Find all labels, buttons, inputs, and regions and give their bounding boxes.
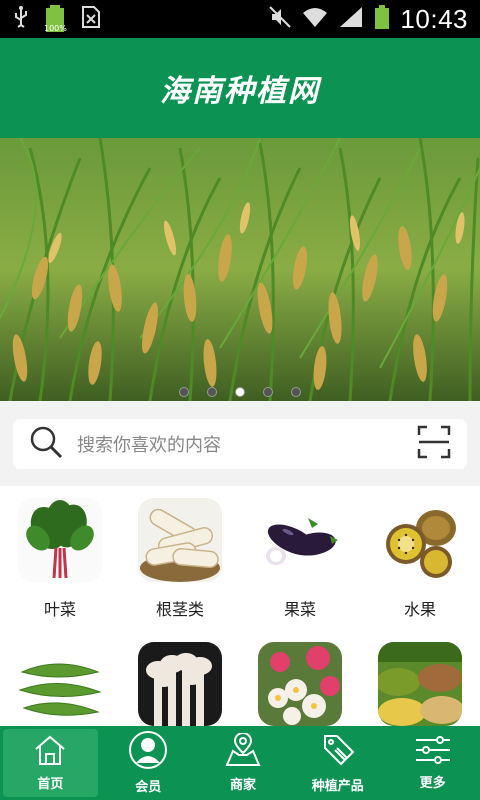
page-title: 海南种植网	[160, 74, 320, 109]
search-input[interactable]: 搜索你喜欢的内容	[77, 431, 417, 457]
category-label: 水果	[403, 600, 436, 619]
tab-label: 种植产品	[311, 779, 364, 794]
banner-carousel[interactable]	[0, 138, 480, 401]
carousel-dot[interactable]	[179, 387, 189, 397]
tab-products[interactable]: 种植产品	[290, 726, 385, 800]
tab-label: 商家	[229, 778, 256, 793]
member-icon	[127, 731, 169, 773]
tab-member[interactable]: 会员	[101, 726, 196, 800]
sim-icon	[80, 5, 102, 33]
carousel-dot[interactable]	[207, 387, 217, 397]
eggplant-image[interactable]	[258, 498, 342, 582]
category-label: 根茎类	[155, 600, 204, 619]
category-grid: 叶菜 根茎类 果菜 水果	[0, 486, 480, 726]
status-bar: 100% 10:43	[0, 0, 480, 38]
tab-home[interactable]: 首页	[3, 729, 98, 797]
category-label: 叶菜	[43, 600, 76, 619]
rice-field-image	[0, 138, 480, 401]
carousel-dot[interactable]	[263, 387, 273, 397]
kiwi-image[interactable]	[378, 498, 462, 582]
clock: 10:43	[400, 3, 468, 34]
carousel-dot-active[interactable]	[235, 387, 245, 397]
flower-image[interactable]	[258, 642, 342, 726]
tab-label: 会员	[135, 780, 162, 795]
carousel-dots[interactable]	[0, 387, 480, 397]
usb-icon	[12, 5, 30, 33]
category-item[interactable]: 叶菜	[0, 498, 120, 620]
app-header: 海南种植网	[0, 38, 480, 138]
mute-icon	[268, 5, 292, 33]
tab-more[interactable]: 更多	[385, 726, 480, 800]
search-icon[interactable]	[29, 425, 63, 463]
tab-label: 更多	[419, 776, 446, 791]
category-item[interactable]: 根茎类	[120, 498, 240, 620]
signal-icon	[338, 5, 364, 33]
carousel-dot[interactable]	[291, 387, 301, 397]
settings-sliders-icon	[414, 735, 452, 769]
bottom-tab-bar: 首页 会员 商家 种植产品 更多	[0, 726, 480, 800]
scan-icon[interactable]	[417, 425, 451, 463]
map-location-icon	[225, 732, 261, 771]
bean-image[interactable]	[18, 642, 102, 726]
root-vegetable-image[interactable]	[138, 498, 222, 582]
battery-percent: 100%	[44, 24, 67, 33]
grain-image[interactable]	[378, 642, 462, 726]
tab-label: 首页	[37, 777, 64, 792]
category-label: 果菜	[283, 600, 316, 619]
mushroom-image[interactable]	[138, 642, 222, 726]
leafy-vegetable-image[interactable]	[18, 498, 102, 582]
tab-merchant[interactable]: 商家	[196, 726, 291, 800]
category-item[interactable]: 果菜	[240, 498, 360, 620]
search-area: 搜索你喜欢的内容	[0, 401, 480, 485]
search-bar[interactable]: 搜索你喜欢的内容	[13, 419, 467, 469]
sale-tag-icon	[319, 732, 357, 772]
battery-full-icon: 100%	[44, 4, 67, 34]
home-icon	[33, 734, 67, 770]
battery-icon	[374, 4, 390, 34]
wifi-icon	[302, 5, 328, 33]
category-item[interactable]: 水果	[360, 498, 480, 620]
